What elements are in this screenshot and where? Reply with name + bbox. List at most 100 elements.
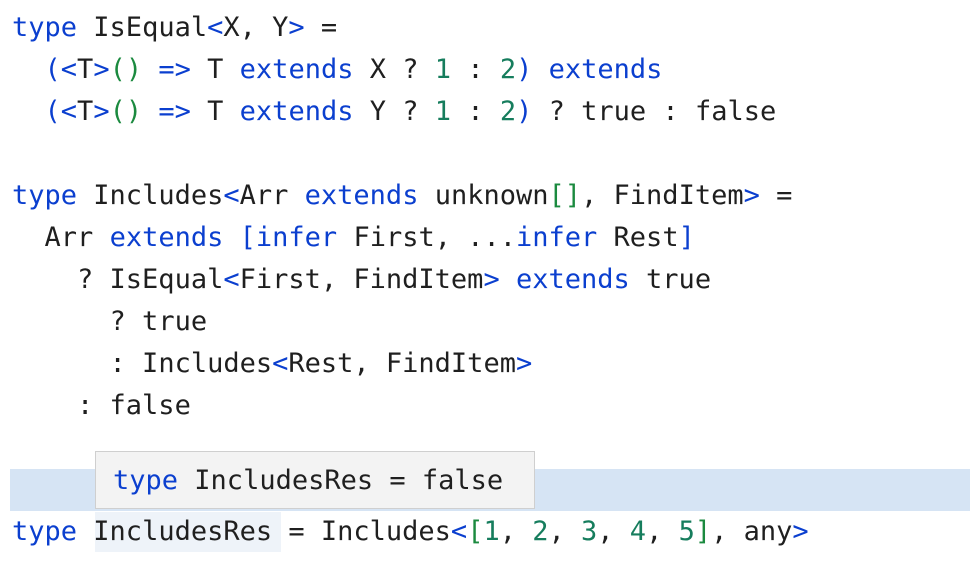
keyword: extends [239, 54, 354, 85]
angle-close: > [288, 12, 305, 43]
angle-open: < [207, 12, 224, 43]
type-ref: = Includes [272, 516, 451, 547]
false-branch: : Includes [109, 348, 273, 379]
tooltip-keyword: type [113, 465, 179, 496]
type-name: Includes [93, 180, 224, 211]
number: 2 [499, 96, 517, 127]
parens: () [109, 54, 143, 85]
code-line-3[interactable]: (<T>() => T extends Y ? 1 : 2) ? true : … [12, 91, 777, 133]
bracket-close: ] [694, 516, 712, 547]
code-line-5[interactable]: type Includes<Arr extends unknown[], Fin… [12, 175, 792, 217]
code-editor[interactable]: type IsEqual<X, Y> = (<T>() => T extends… [0, 0, 970, 562]
number: 1 [483, 516, 500, 547]
number: 3 [581, 516, 598, 547]
comma: , [548, 516, 582, 547]
type-param: T [207, 54, 224, 85]
bracket-open: [ [467, 516, 484, 547]
number: 2 [532, 516, 549, 547]
type-param: , FindItem [581, 180, 744, 211]
equals: = [304, 12, 338, 43]
number: 5 [678, 516, 695, 547]
tooltip-text: IncludesRes = false [194, 465, 504, 496]
paren-open: ( [44, 96, 61, 127]
colon: : [467, 96, 484, 127]
type-ref: unknown [434, 180, 549, 211]
paren-open: ( [44, 54, 61, 85]
keyword: extends [239, 96, 354, 127]
paren-close: ) [516, 96, 533, 127]
type-param: First, ... [353, 222, 516, 253]
angle-open: < [60, 96, 78, 127]
number: 1 [434, 96, 452, 127]
keyword: type [12, 516, 78, 547]
false-branch: : false [77, 390, 191, 421]
true-branch: ? true [109, 306, 208, 337]
arrow: => [158, 96, 191, 127]
angle-open: < [223, 180, 240, 211]
comma: , [646, 516, 679, 547]
code-line-7[interactable]: ? IsEqual<First, FindItem> extends true [12, 259, 711, 301]
angle-open: < [60, 54, 78, 85]
arrow: => [158, 54, 191, 85]
type-arg: , any [711, 516, 793, 547]
code-line-1[interactable]: type IsEqual<X, Y> = [12, 7, 337, 49]
code-line-13[interactable]: type IncludesRes = Includes<[1, 2, 3, 4,… [12, 511, 809, 553]
keyword: extends [515, 264, 630, 295]
type-param: Y ? [369, 96, 419, 127]
literal: true [646, 264, 712, 295]
parens: () [109, 96, 143, 127]
type-args: Rest, FindItem [288, 348, 516, 379]
code-line-6[interactable]: Arr extends [infer First, ...infer Rest] [12, 217, 695, 259]
number: 2 [499, 54, 517, 85]
conditional-tail: ? true : false [548, 96, 777, 127]
type-param: T [77, 54, 94, 85]
code-line-10[interactable]: : false [12, 385, 191, 427]
code-line-2[interactable]: (<T>() => T extends X ? 1 : 2) extends [12, 49, 663, 91]
type-param: Rest [613, 222, 679, 253]
bracket-close: ] [678, 222, 695, 253]
keyword: extends [109, 222, 224, 253]
angle-open: < [272, 348, 289, 379]
code-line-9[interactable]: : Includes<Rest, FindItem> [12, 343, 533, 385]
keyword: infer [255, 222, 338, 253]
type-params: X, Y [223, 12, 289, 43]
colon: : [467, 54, 484, 85]
number: 1 [434, 54, 452, 85]
angle-close: > [743, 180, 760, 211]
keyword: infer [516, 222, 598, 253]
paren-close: ) [516, 54, 533, 85]
keyword: extends [548, 54, 663, 85]
comma: , [597, 516, 630, 547]
comma: , [499, 516, 533, 547]
type-param: T [207, 96, 224, 127]
keyword: type [12, 12, 78, 43]
type-param: X ? [369, 54, 419, 85]
type-param: Arr [44, 222, 94, 253]
type-param: Arr [239, 180, 289, 211]
angle-close: > [93, 96, 110, 127]
bracket-open: [ [239, 222, 256, 253]
angle-close: > [93, 54, 110, 85]
number: 4 [629, 516, 647, 547]
keyword: type [12, 180, 78, 211]
angle-open: < [450, 516, 468, 547]
code-line-8[interactable]: ? true [12, 301, 208, 343]
keyword: extends [304, 180, 419, 211]
angle-close: > [515, 348, 533, 379]
type-name: IsEqual [93, 12, 208, 43]
hover-tooltip: type IncludesRes = false [95, 451, 535, 509]
type-name[interactable]: IncludesRes [93, 516, 272, 547]
conditional: ? IsEqual [77, 264, 224, 295]
angle-open: < [223, 264, 240, 295]
type-args: First, FindItem [239, 264, 484, 295]
angle-close: > [792, 516, 809, 547]
angle-close: > [483, 264, 500, 295]
equals: = [759, 180, 793, 211]
